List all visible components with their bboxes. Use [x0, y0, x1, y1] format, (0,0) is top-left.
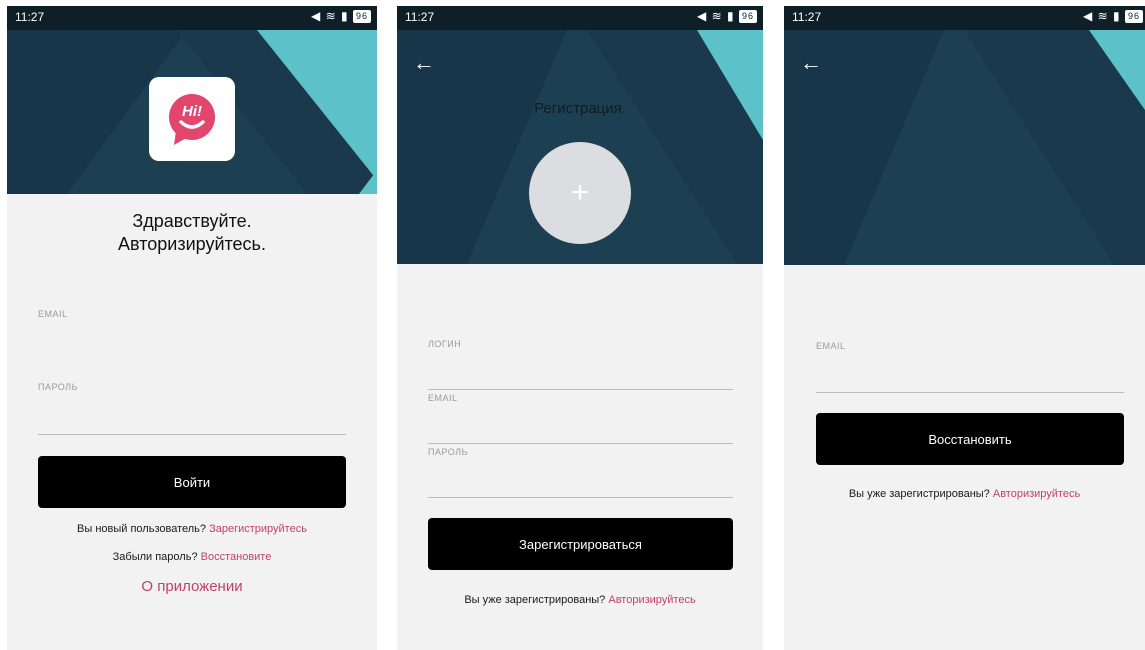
register-link[interactable]: Зарегистрируйтесь: [209, 523, 307, 535]
wifi-icon: ≋: [325, 9, 337, 23]
restore-screen: 11:27 ◀ ≋ ▮ 96 ← EMAIL Восстановить Вы у…: [784, 6, 1145, 650]
back-arrow-icon[interactable]: ←: [800, 52, 822, 74]
login-label: ЛОГИН: [428, 339, 462, 349]
email-field[interactable]: [816, 360, 1128, 386]
status-time: 11:27: [405, 10, 435, 24]
header-banner: ← Регистрация. +: [397, 30, 763, 264]
greeting-title: Здравствуйте. Авторизируйтесь.: [7, 210, 377, 256]
greeting-line-1: Здравствуйте.: [132, 211, 252, 231]
email-field[interactable]: [38, 328, 350, 354]
battery-icon: 96: [738, 10, 757, 24]
already-registered-line: Вы уже зарегистрированы? Авторизируйтесь: [397, 594, 763, 606]
signal-icon: ▮: [727, 9, 735, 23]
signal-icon: ▮: [1113, 9, 1121, 23]
signal-icon: ▮: [341, 9, 349, 23]
status-time: 11:27: [792, 10, 822, 24]
password-label: ПАРОЛЬ: [38, 382, 78, 392]
about-link[interactable]: О приложении: [7, 578, 377, 595]
add-photo-button[interactable]: +: [529, 142, 631, 244]
already-registered-text: Вы уже зарегистрированы?: [464, 594, 606, 606]
back-arrow-icon[interactable]: ←: [413, 52, 435, 74]
register-button[interactable]: Зарегистрироваться: [428, 518, 733, 570]
login-field[interactable]: [428, 358, 737, 384]
email-label: EMAIL: [816, 341, 846, 351]
already-registered-text: Вы уже зарегистрированы?: [848, 488, 990, 500]
password-underline: [428, 497, 733, 498]
new-user-text: Вы новый пользователь?: [77, 523, 207, 535]
already-registered-line: Вы уже зарегистрированы? Авторизируйтесь: [784, 488, 1145, 500]
volume-icon: ◀: [311, 9, 322, 23]
plus-icon: +: [571, 176, 589, 209]
status-icons: ◀ ≋ ▮ 96: [697, 9, 757, 24]
status-time: 11:27: [15, 10, 45, 24]
register-title: Регистрация.: [534, 100, 626, 117]
email-label: EMAIL: [38, 309, 68, 319]
password-label: ПАРОЛЬ: [428, 447, 468, 457]
volume-icon: ◀: [1083, 9, 1094, 23]
greeting-line-2: Авторизируйтесь.: [118, 234, 266, 254]
auth-link[interactable]: Авторизируйтесь: [608, 594, 695, 606]
password-field[interactable]: [38, 401, 350, 427]
email-field[interactable]: [428, 412, 737, 438]
status-bar: 11:27 ◀ ≋ ▮ 96: [7, 6, 377, 30]
status-icons: ◀ ≋ ▮ 96: [1083, 9, 1143, 24]
app-logo: Hi!: [149, 77, 235, 161]
restore-link[interactable]: Восстановите: [201, 551, 272, 563]
header-background: [784, 30, 1145, 265]
status-icons: ◀ ≋ ▮ 96: [311, 9, 371, 24]
status-bar: 11:27 ◀ ≋ ▮ 96: [784, 6, 1145, 30]
volume-icon: ◀: [697, 9, 708, 23]
auth-link[interactable]: Авторизируйтесь: [993, 488, 1080, 500]
svg-text:Hi!: Hi!: [182, 103, 202, 120]
email-label: EMAIL: [428, 393, 458, 403]
header-banner: ←: [784, 30, 1145, 265]
status-bar: 11:27 ◀ ≋ ▮ 96: [397, 6, 763, 30]
password-underline: [38, 434, 346, 435]
wifi-icon: ≋: [711, 9, 723, 23]
forgot-line: Забыли пароль? Восстановите: [7, 551, 377, 563]
chat-bubble-icon: Hi!: [169, 94, 215, 145]
battery-icon: 96: [352, 10, 371, 24]
restore-button[interactable]: Восстановить: [816, 413, 1124, 465]
email-underline: [428, 443, 733, 444]
password-field[interactable]: [428, 466, 737, 492]
login-screen: 11:27 ◀ ≋ ▮ 96 Hi! Здравствуйте. Авториз…: [7, 6, 377, 650]
login-button[interactable]: Войти: [38, 456, 346, 508]
battery-icon: 96: [1124, 10, 1143, 24]
wifi-icon: ≋: [1097, 9, 1109, 23]
login-underline: [428, 389, 733, 390]
forgot-text: Забыли пароль?: [112, 551, 198, 563]
register-screen: 11:27 ◀ ≋ ▮ 96 ← Регистрация. + ЛОГИН EM…: [397, 6, 763, 650]
email-underline: [816, 392, 1124, 393]
header-banner: Hi!: [7, 30, 377, 194]
new-user-line: Вы новый пользователь? Зарегистрируйтесь: [7, 523, 377, 535]
